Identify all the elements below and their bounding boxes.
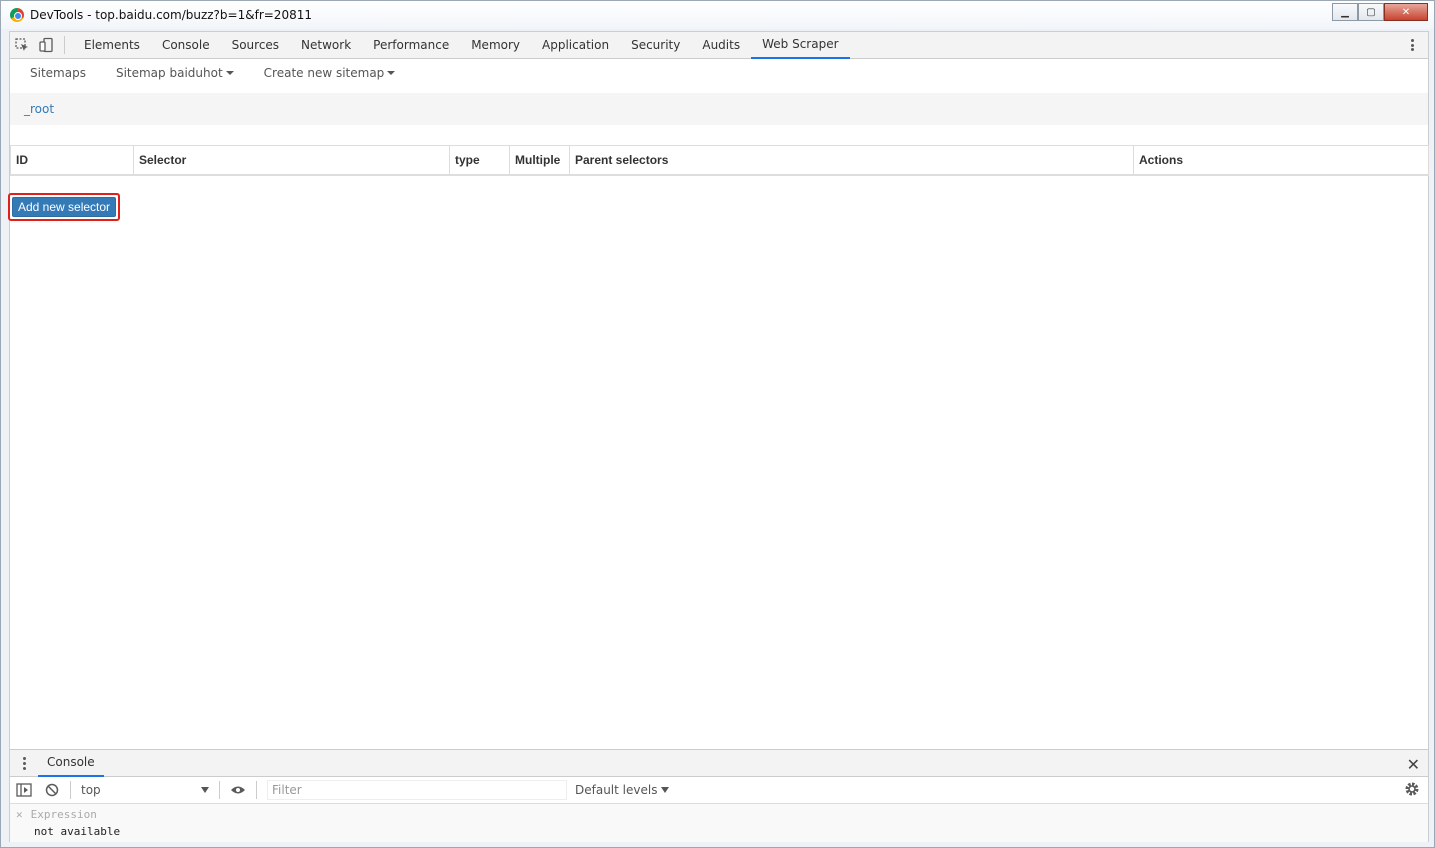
context-value: top — [81, 783, 101, 797]
browser-window: DevTools - top.baidu.com/buzz?b=1&fr=208… — [0, 0, 1435, 848]
tab-security[interactable]: Security — [620, 32, 691, 59]
live-expression-header: ✕ Expression — [16, 808, 1422, 821]
add-new-selector-button[interactable]: Add new selector — [12, 196, 117, 217]
tab-sources[interactable]: Sources — [221, 32, 290, 59]
table-header-row: ID Selector type Multiple Parent selecto… — [10, 145, 1429, 176]
toolbar-divider — [64, 36, 65, 54]
expression-label[interactable]: Expression — [31, 808, 97, 821]
tab-audits[interactable]: Audits — [691, 32, 751, 59]
caret-down-icon — [387, 71, 396, 75]
chrome-icon — [10, 8, 24, 22]
dropdown-arrow-icon — [661, 787, 670, 793]
toolbar-divider — [256, 781, 257, 799]
col-parent-selectors: Parent selectors — [569, 145, 1134, 176]
col-actions: Actions — [1133, 145, 1429, 176]
scraper-nav: Sitemaps Sitemap baiduhot Create new sit… — [10, 59, 1428, 87]
tab-console[interactable]: Console — [151, 32, 221, 59]
close-drawer-icon[interactable]: ✕ — [1407, 755, 1420, 774]
close-window-button[interactable]: ✕ — [1384, 3, 1428, 21]
nav-create-sitemap-dropdown[interactable]: Create new sitemap — [264, 66, 396, 80]
caret-down-icon — [225, 71, 234, 75]
console-drawer: Console ✕ top Filter Default levels ✕ Ex… — [10, 749, 1428, 842]
clear-console-icon[interactable] — [38, 777, 66, 803]
drawer-tab-console[interactable]: Console — [38, 750, 104, 777]
col-multiple: Multiple — [509, 145, 570, 176]
devtools-panel: Elements Console Sources Network Perform… — [8, 31, 1429, 842]
tab-performance[interactable]: Performance — [362, 32, 460, 59]
devtools-tabbar: Elements Console Sources Network Perform… — [10, 32, 1428, 59]
maximize-button[interactable]: ▢ — [1358, 3, 1384, 21]
breadcrumb: _root — [10, 93, 1428, 125]
device-toolbar-icon[interactable] — [34, 32, 58, 58]
col-selector: Selector — [133, 145, 450, 176]
nav-sitemap-label: Sitemap baiduhot — [115, 66, 223, 80]
toolbar-divider — [70, 781, 71, 799]
selector-table: ID Selector type Multiple Parent selecto… — [10, 145, 1429, 176]
tab-application[interactable]: Application — [531, 32, 620, 59]
window-title: DevTools - top.baidu.com/buzz?b=1&fr=208… — [30, 8, 312, 22]
filter-input[interactable]: Filter — [267, 780, 567, 800]
breadcrumb-root-link[interactable]: _root — [24, 102, 54, 116]
sidebar-toggle-icon[interactable] — [10, 777, 38, 803]
nav-sitemaps[interactable]: Sitemaps — [30, 66, 86, 80]
live-expression: ✕ Expression not available — [10, 804, 1428, 842]
minimize-button[interactable]: ▁ — [1332, 3, 1358, 21]
console-toolbar: top Filter Default levels — [10, 777, 1428, 804]
expression-value: not available — [34, 825, 121, 838]
gear-icon[interactable] — [1404, 781, 1420, 800]
inspect-element-icon[interactable] — [10, 32, 34, 58]
drawer-menu-icon[interactable] — [10, 750, 38, 777]
more-options-icon[interactable] — [1404, 37, 1420, 53]
tab-web-scraper[interactable]: Web Scraper — [751, 32, 850, 59]
add-selector-highlight: Add new selector — [8, 192, 121, 221]
log-levels-dropdown[interactable]: Default levels — [575, 783, 670, 797]
tab-memory[interactable]: Memory — [460, 32, 531, 59]
drawer-tabbar: Console ✕ — [10, 750, 1428, 777]
title-bar: DevTools - top.baidu.com/buzz?b=1&fr=208… — [1, 1, 1434, 29]
col-type: type — [449, 145, 510, 176]
filter-placeholder: Filter — [272, 783, 302, 797]
nav-create-label: Create new sitemap — [263, 66, 385, 80]
remove-expression-icon[interactable]: ✕ — [16, 808, 23, 821]
log-levels-label: Default levels — [575, 783, 658, 797]
dropdown-arrow-icon — [201, 787, 209, 793]
context-selector[interactable]: top — [75, 779, 215, 801]
toolbar-divider — [219, 781, 220, 799]
eye-icon[interactable] — [224, 777, 252, 803]
window-controls: ▁ ▢ ✕ — [1332, 3, 1428, 21]
tab-elements[interactable]: Elements — [73, 32, 151, 59]
col-id: ID — [10, 145, 134, 176]
nav-sitemaps-label: Sitemaps — [30, 66, 86, 80]
tab-network[interactable]: Network — [290, 32, 362, 59]
nav-sitemap-dropdown[interactable]: Sitemap baiduhot — [116, 66, 234, 80]
